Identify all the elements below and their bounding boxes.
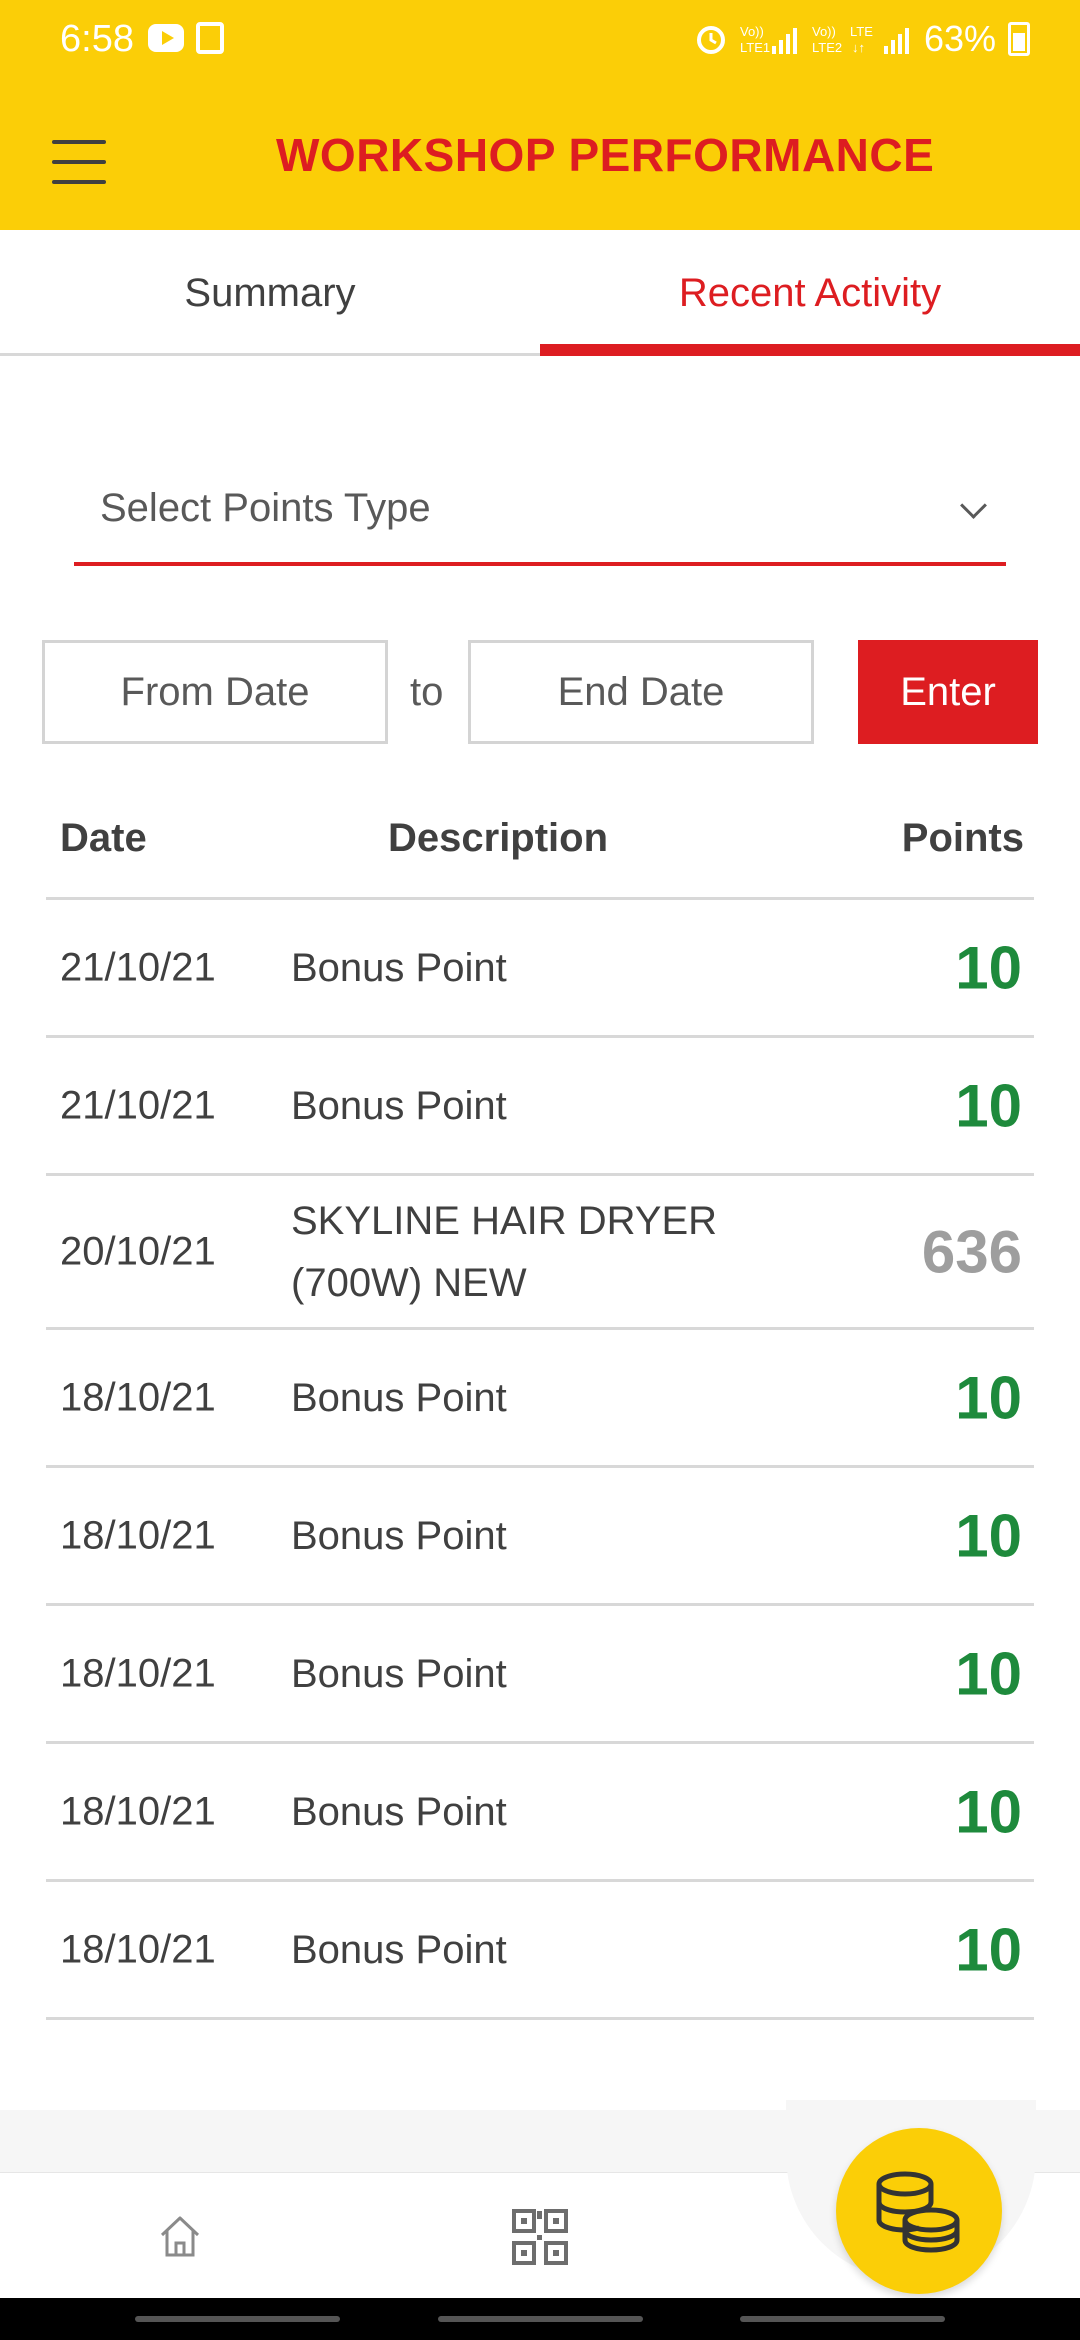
row-date: 20/10/21: [60, 1229, 216, 1273]
points-type-select[interactable]: Select Points Type: [74, 466, 1006, 566]
row-description: Bonus Point: [291, 1375, 507, 1420]
table-row: 21/10/21 Bonus Point 10: [46, 1038, 1034, 1176]
row-points: 10: [955, 934, 1022, 1001]
row-date: 18/10/21: [60, 1927, 216, 1971]
row-description: SKYLINE HAIR DRYER (700W) NEW: [291, 1198, 718, 1305]
qr-code-icon[interactable]: [512, 2209, 568, 2265]
column-header-date: Date: [60, 816, 147, 860]
signal-sim1-icon: Vo)) LTE1: [740, 24, 797, 55]
table-row: 20/10/21 SKYLINE HAIR DRYER (700W) NEW 6…: [46, 1176, 1034, 1330]
alarm-icon: [696, 26, 725, 54]
status-bar: 6:58 Vo)) LTE1 Vo)) LTE2 LTE ↓↑ 63%: [0, 0, 1080, 82]
row-points: 10: [955, 1640, 1022, 1707]
enter-button[interactable]: Enter: [858, 640, 1038, 744]
signal-sim2-icon: Vo)) LTE2 LTE ↓↑: [812, 24, 909, 55]
status-notification-icons: [148, 22, 224, 54]
app-header: WORKSHOP PERFORMANCE: [0, 82, 1080, 230]
coins-icon: [876, 2171, 960, 2253]
hamburger-menu-icon[interactable]: [52, 140, 106, 186]
from-date-field[interactable]: From Date: [42, 640, 388, 744]
svg-text:LTE: LTE: [850, 24, 873, 39]
tab-bar: Summary Recent Activity: [0, 230, 1080, 356]
row-description: Bonus Point: [291, 1651, 507, 1696]
row-points: 10: [955, 1072, 1022, 1139]
home-icon[interactable]: [158, 2213, 202, 2259]
status-time: 6:58: [60, 18, 134, 60]
table-row: 18/10/21 Bonus Point 10: [46, 1882, 1034, 2020]
table-row: 21/10/21 Bonus Point 10: [46, 900, 1034, 1038]
activity-list: 21/10/21 Bonus Point 10 21/10/21 Bonus P…: [46, 900, 1034, 2020]
row-points: 636: [921, 1218, 1022, 1285]
column-header-description: Description: [388, 816, 609, 860]
end-date-field[interactable]: End Date: [468, 640, 814, 744]
row-points: 10: [955, 1502, 1022, 1569]
table-row: 18/10/21 Bonus Point 10: [46, 1330, 1034, 1468]
row-description: Bonus Point: [291, 1927, 507, 1972]
note-icon: [196, 22, 224, 54]
chevron-down-icon: [960, 496, 986, 522]
row-description: Bonus Point: [291, 1789, 507, 1834]
system-nav-back[interactable]: [740, 2316, 945, 2322]
row-date: 21/10/21: [60, 1083, 216, 1127]
svg-text:↓↑: ↓↑: [852, 40, 865, 55]
table-header: Date Description Points: [46, 804, 1034, 900]
points-type-placeholder: Select Points Type: [100, 486, 431, 530]
row-date: 18/10/21: [60, 1513, 216, 1557]
row-points: 10: [955, 1364, 1022, 1431]
table-row: 18/10/21 Bonus Point 10: [46, 1468, 1034, 1606]
svg-text:Vo)): Vo)): [740, 24, 764, 39]
column-header-points: Points: [901, 816, 1024, 860]
status-right-group: Vo)) LTE1 Vo)) LTE2 LTE ↓↑ 63%: [694, 18, 1030, 60]
youtube-icon: [148, 24, 184, 52]
system-nav-left[interactable]: [135, 2316, 340, 2322]
system-navigation-bar: [0, 2298, 1080, 2340]
row-date: 18/10/21: [60, 1375, 216, 1419]
row-points: 10: [955, 1778, 1022, 1845]
page-title: WORKSHOP PERFORMANCE: [276, 129, 935, 181]
system-nav-home[interactable]: [438, 2316, 643, 2322]
tab-recent-activity[interactable]: Recent Activity: [540, 230, 1080, 356]
svg-text:Vo)): Vo)): [812, 24, 836, 39]
battery-icon: [1008, 22, 1030, 56]
row-points: 10: [955, 1916, 1022, 1983]
row-date: 18/10/21: [60, 1651, 216, 1695]
row-description: Bonus Point: [291, 1083, 507, 1128]
battery-percent: 63%: [923, 18, 996, 59]
row-date: 21/10/21: [60, 945, 216, 989]
tab-summary[interactable]: Summary: [0, 230, 540, 356]
row-description: Bonus Point: [291, 1513, 507, 1558]
to-label: to: [410, 670, 444, 714]
table-row: 18/10/21 Bonus Point 10: [46, 1606, 1034, 1744]
row-description: Bonus Point: [291, 945, 507, 990]
active-tab-indicator: [540, 344, 1080, 356]
svg-text:LTE2: LTE2: [812, 40, 842, 55]
svg-text:LTE1: LTE1: [740, 40, 770, 55]
table-row: 18/10/21 Bonus Point 10: [46, 1744, 1034, 1882]
rewards-button[interactable]: [836, 2128, 1002, 2294]
row-date: 18/10/21: [60, 1789, 216, 1833]
